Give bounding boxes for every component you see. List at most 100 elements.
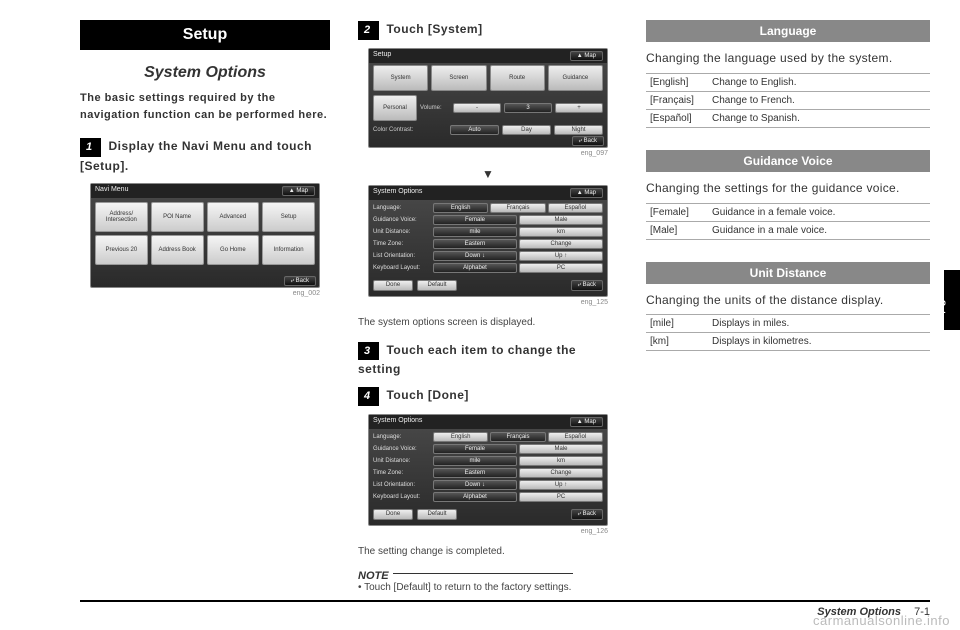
- ss2-btn-guidance[interactable]: Guidance: [548, 65, 603, 91]
- ss2-volume-label: Volume:: [420, 105, 450, 111]
- ss3-tz-change[interactable]: Change: [519, 239, 603, 249]
- ss4-back-button[interactable]: ⤶ Back: [571, 509, 603, 520]
- ss4-lang-francais[interactable]: Français: [490, 432, 545, 442]
- ss3-voice-male[interactable]: Male: [519, 215, 603, 225]
- ss2-contrast-day[interactable]: Day: [502, 125, 551, 135]
- ss3-default-button[interactable]: Default: [417, 280, 457, 291]
- ss3-row-lang-label: Language:: [373, 205, 431, 211]
- ss4-done-button[interactable]: Done: [373, 509, 413, 520]
- ss4-list-up[interactable]: Up ↑: [519, 480, 603, 490]
- ss1-btn-gohome[interactable]: Go Home: [207, 235, 260, 265]
- ss4-tz-eastern[interactable]: Eastern: [433, 468, 517, 478]
- ss3-back-button[interactable]: ⤶ Back: [571, 280, 603, 291]
- ss2-contrast-auto[interactable]: Auto: [450, 125, 499, 135]
- ss4-kb-pc[interactable]: PC: [519, 492, 603, 502]
- ss1-btn-setup[interactable]: Setup: [262, 202, 315, 232]
- note-label: NOTE: [358, 570, 389, 582]
- ss1-btn-previous[interactable]: Previous 20: [95, 235, 148, 265]
- ss2-btn-system[interactable]: System: [373, 65, 428, 91]
- ss3-kb-alphabet[interactable]: Alphabet: [433, 263, 517, 273]
- ss3-tz-eastern[interactable]: Eastern: [433, 239, 517, 249]
- ss3-row-kb-label: Keyboard Layout:: [373, 265, 431, 271]
- ss2-back-button[interactable]: ⤶ Back: [572, 136, 604, 146]
- ss1-btn-address[interactable]: Address/ Intersection: [95, 202, 148, 232]
- ss1-btn-poi[interactable]: POI Name: [151, 202, 204, 232]
- ss2-volume-minus[interactable]: -: [453, 103, 501, 113]
- cell-key: [mile]: [646, 315, 708, 333]
- text-after-ss3: The system options screen is displayed.: [358, 316, 608, 329]
- note-text: • Touch [Default] to return to the facto…: [358, 582, 618, 593]
- ss3-unit-km[interactable]: km: [519, 227, 603, 237]
- cell-key: [Female]: [646, 203, 708, 221]
- ss1-map-button[interactable]: ▲ Map: [282, 186, 315, 196]
- ss2-volume-plus[interactable]: +: [555, 103, 603, 113]
- ss3-row-voice-label: Guidance Voice:: [373, 217, 431, 223]
- table-unit-distance: [mile]Displays in miles. [km]Displays in…: [646, 314, 930, 351]
- ss3-voice-female[interactable]: Female: [433, 215, 517, 225]
- ss4-row-tz-label: Time Zone:: [373, 470, 431, 476]
- cell-val: Displays in kilometres.: [708, 333, 930, 351]
- note-block: NOTE • Touch [Default] to return to the …: [358, 570, 618, 593]
- ss3-list-down[interactable]: Down ↓: [433, 251, 517, 261]
- ss4-lang-espanol[interactable]: Español: [548, 432, 603, 442]
- ss3-kb-pc[interactable]: PC: [519, 263, 603, 273]
- ss4-list-down[interactable]: Down ↓: [433, 480, 517, 490]
- ss4-row-lang-label: Language:: [373, 434, 431, 440]
- side-tab-setup: Setup: [944, 270, 960, 330]
- table-row: [km]Displays in kilometres.: [646, 333, 930, 351]
- ss4-lang-english[interactable]: English: [433, 432, 488, 442]
- ss3-lang-francais[interactable]: Français: [490, 203, 545, 213]
- ss2-btn-personal[interactable]: Personal: [373, 95, 417, 121]
- ss3-row-tz-label: Time Zone:: [373, 241, 431, 247]
- ss1-back-button[interactable]: ⤶ Back: [284, 276, 316, 286]
- ss3-list-up[interactable]: Up ↑: [519, 251, 603, 261]
- caption-eng126: eng_126: [358, 528, 608, 535]
- subhead-language: Language: [646, 20, 930, 42]
- section-title: System Options: [80, 64, 330, 82]
- screenshot-setup: Setup ▲ Map System Screen Route Guidance…: [368, 48, 608, 148]
- step-1-text: Display the Navi Menu and touch [Setup].: [80, 139, 312, 173]
- table-row: [Español]Change to Spanish.: [646, 109, 930, 127]
- ss4-map-button[interactable]: ▲ Map: [570, 417, 603, 427]
- cell-val: Guidance in a male voice.: [708, 221, 930, 239]
- cell-key: [km]: [646, 333, 708, 351]
- table-row: [Male]Guidance in a male voice.: [646, 221, 930, 239]
- ss3-lang-espanol[interactable]: Español: [548, 203, 603, 213]
- ss4-unit-mile[interactable]: mile: [433, 456, 517, 466]
- caption-eng097: eng_097: [358, 150, 608, 157]
- ss2-btn-route[interactable]: Route: [490, 65, 545, 91]
- table-row: [Français]Change to French.: [646, 91, 930, 109]
- ss4-voice-male[interactable]: Male: [519, 444, 603, 454]
- ss4-tz-change[interactable]: Change: [519, 468, 603, 478]
- ss1-btn-info[interactable]: Information: [262, 235, 315, 265]
- subhead-guidance-voice: Guidance Voice: [646, 150, 930, 172]
- step-3-number: 3: [358, 342, 379, 361]
- ss2-map-button[interactable]: ▲ Map: [570, 51, 603, 61]
- ss1-btn-advanced[interactable]: Advanced: [207, 202, 260, 232]
- ss4-voice-female[interactable]: Female: [433, 444, 517, 454]
- step-4-number: 4: [358, 387, 379, 406]
- subhead-unit-distance: Unit Distance: [646, 262, 930, 284]
- ss3-lang-english[interactable]: English: [433, 203, 488, 213]
- ss4-kb-alphabet[interactable]: Alphabet: [433, 492, 517, 502]
- ss3-row-unit-label: Unit Distance:: [373, 229, 431, 235]
- cell-val: Change to French.: [708, 91, 930, 109]
- caption-eng125: eng_125: [358, 299, 608, 306]
- ss3-map-button[interactable]: ▲ Map: [570, 188, 603, 198]
- ss1-btn-addressbook[interactable]: Address Book: [151, 235, 204, 265]
- ss2-volume-value: 3: [504, 103, 552, 113]
- desc-language: Changing the language used by the system…: [646, 50, 930, 67]
- ss4-default-button[interactable]: Default: [417, 509, 457, 520]
- step-4-text: Touch [Done]: [386, 388, 468, 402]
- cell-val: Displays in miles.: [708, 315, 930, 333]
- cell-key: [English]: [646, 73, 708, 91]
- ss3-unit-mile[interactable]: mile: [433, 227, 517, 237]
- ss2-contrast-label: Color Contrast:: [373, 127, 447, 133]
- screenshot-system-options-1: System Options ▲ Map Language:EnglishFra…: [368, 185, 608, 297]
- watermark: carmanualsonline.info: [813, 613, 950, 628]
- ss2-title: Setup: [373, 51, 391, 61]
- ss2-btn-screen[interactable]: Screen: [431, 65, 486, 91]
- ss4-unit-km[interactable]: km: [519, 456, 603, 466]
- ss3-done-button[interactable]: Done: [373, 280, 413, 291]
- cell-val: Change to English.: [708, 73, 930, 91]
